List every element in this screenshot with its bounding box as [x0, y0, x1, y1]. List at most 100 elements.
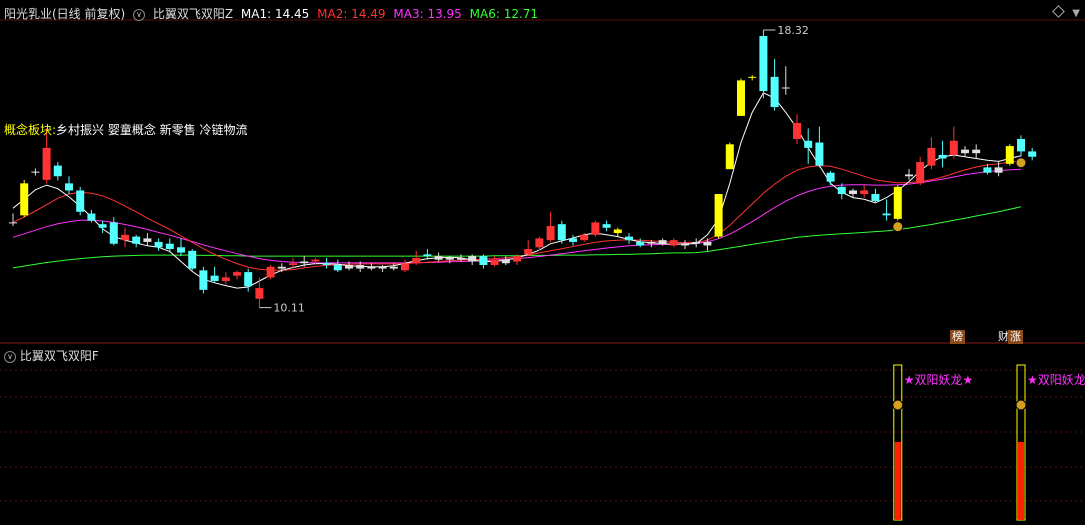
candle-body: [535, 238, 544, 248]
candle-body: [770, 76, 779, 108]
candle-body: [972, 149, 981, 154]
ma3-value: MA3: 13.95: [393, 7, 462, 21]
candle-body: [434, 256, 443, 260]
concept-sectors: 概念板块:乡村振兴 婴童概念 新零售 冷链物流: [4, 121, 248, 138]
candle-body: [423, 254, 432, 257]
chart-grid: [0, 19, 1085, 502]
candle-body: [1005, 146, 1014, 164]
candle-body: [31, 171, 40, 173]
candle-body: [714, 194, 723, 237]
candle-body: [367, 266, 376, 269]
candle-body: [647, 241, 656, 244]
candle-body: [961, 149, 969, 154]
candle-body: [311, 259, 320, 262]
collapse-icon[interactable]: ∨: [4, 350, 16, 363]
candle-body: [233, 272, 241, 276]
candle-body: [266, 266, 275, 278]
candle-body: [490, 259, 499, 266]
bang-tag[interactable]: 榜: [950, 330, 965, 344]
candle-body: [412, 257, 421, 264]
concept-label: 概念板块:: [4, 123, 57, 137]
candle-body: [826, 172, 835, 182]
scroll-down-icon[interactable]: ▼: [1072, 8, 1080, 19]
candle-body: [378, 266, 387, 269]
price-labels: 18.32 10.11: [259, 24, 809, 315]
candle-body: [356, 265, 365, 269]
candle-body: [479, 256, 488, 266]
candle-body: [636, 241, 645, 246]
zhang-tag[interactable]: 涨: [1008, 330, 1023, 344]
high-price-label: 18.32: [777, 24, 809, 37]
signal-bar: [894, 442, 901, 520]
candle-body: [837, 186, 846, 195]
signal-label: ★双阳妖龙★: [904, 373, 974, 387]
candle-body: [938, 154, 947, 159]
candle-body: [748, 76, 757, 78]
candle-body: [737, 80, 745, 116]
stock-title[interactable]: 阳光乳业(日线 前复权): [4, 7, 125, 21]
candle-body: [815, 142, 824, 166]
candle-body: [849, 190, 857, 195]
candle-body: [300, 261, 309, 264]
candle-body: [591, 222, 600, 235]
candle-body: [333, 265, 342, 271]
signal-bar: [1018, 442, 1024, 520]
low-price-label: 10.11: [273, 302, 305, 315]
candle-body: [9, 222, 17, 224]
candle-body: [1028, 151, 1037, 157]
ma2-line: [12, 160, 1022, 271]
candle-body: [927, 147, 936, 166]
ma2-value: MA2: 14.49: [317, 7, 386, 21]
candle-body: [76, 190, 85, 212]
collapse-icon[interactable]: ∨: [133, 8, 146, 21]
candle-body: [255, 288, 264, 299]
candle-body: [905, 174, 913, 177]
kline-chart[interactable]: 18.32 10.11 ★双阳妖龙★ ★双阳妖龙: [0, 0, 1085, 525]
candle-body: [65, 183, 73, 191]
candle-body: [882, 213, 891, 216]
candle-body: [132, 236, 141, 244]
ma1-value: MA1: 14.45: [240, 7, 310, 21]
candle-body: [98, 224, 107, 228]
signal-label: ★双阳妖龙: [1027, 373, 1085, 387]
candle-body: [916, 162, 925, 184]
candle-body: [625, 236, 633, 241]
candle-body: [893, 186, 902, 219]
candle-body: [401, 263, 409, 271]
candle-body: [569, 238, 577, 242]
ma3-line: [12, 168, 1022, 264]
sub-indicator-name[interactable]: 比翼双飞双阳F: [20, 349, 99, 363]
candle-body: [244, 272, 253, 287]
candle-body: [20, 183, 29, 216]
candle-body: [725, 144, 734, 170]
candle-body: [580, 234, 589, 241]
money-bag-icon: [1015, 399, 1027, 411]
candle-body: [345, 265, 353, 269]
candle-body: [692, 241, 701, 244]
candle-body: [994, 167, 1003, 173]
candle-body: [389, 266, 398, 269]
candle-body: [188, 250, 197, 269]
candle-body: [658, 240, 667, 244]
candle-body: [177, 247, 185, 253]
sub-indicator-header: ∨ 比翼双飞双阳F: [4, 347, 99, 364]
candle-body: [210, 275, 219, 281]
candle-body: [501, 259, 510, 264]
candlestick-series: [9, 30, 1037, 308]
candle-body: [871, 194, 880, 202]
candle-body: [121, 234, 129, 241]
candle-body: [860, 190, 869, 195]
indicator-name[interactable]: 比翼双飞双阳Z: [153, 7, 233, 21]
candle-body: [524, 249, 533, 255]
money-bag-icon: [892, 221, 904, 233]
candle-body: [546, 225, 555, 241]
candle-body: [289, 263, 297, 266]
candle-body: [602, 224, 611, 228]
candle-body: [793, 123, 801, 139]
money-bag-icon: [1015, 157, 1027, 169]
candle-body: [221, 277, 230, 281]
candle-body: [557, 224, 566, 241]
candle-body: [804, 140, 813, 148]
candle-body: [154, 241, 163, 248]
candle-body: [53, 165, 62, 177]
